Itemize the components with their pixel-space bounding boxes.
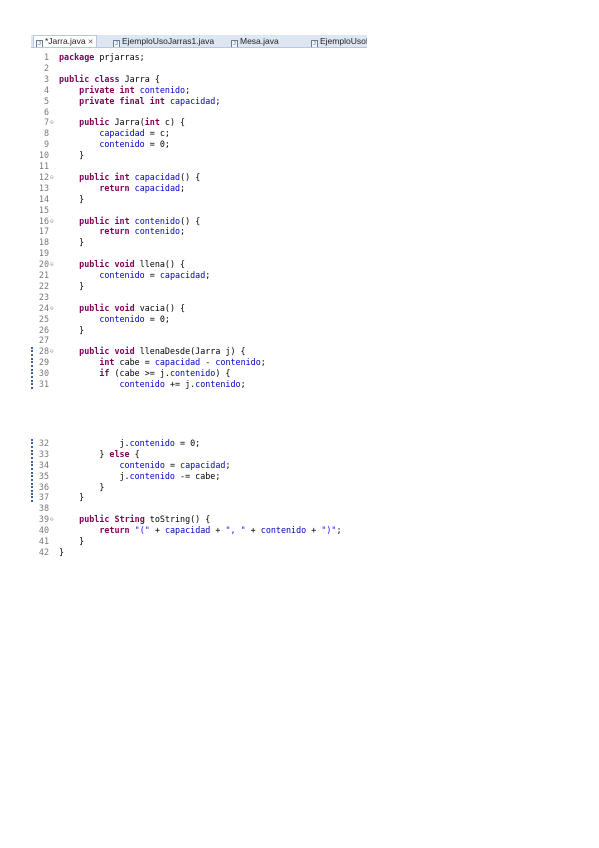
code-text: contenido += j.contenido;	[119, 379, 246, 389]
line-number: 24	[38, 302, 49, 313]
line-number: 1	[43, 52, 49, 62]
line-number: 17	[38, 226, 49, 237]
java-file-icon: J	[231, 40, 238, 47]
line-number: 31	[38, 379, 49, 389]
tab-jarra-java[interactable]: J *Jarra.java ✕	[33, 35, 97, 47]
line-number: 4	[43, 84, 49, 95]
code-text: capacidad = c;	[99, 128, 170, 139]
fold-toggle-icon[interactable]: ⊖	[50, 346, 54, 357]
code-text: }	[59, 150, 85, 161]
code-text: }	[59, 492, 85, 503]
line-number: 26	[38, 324, 49, 335]
code-text: public void llena() {	[79, 259, 186, 270]
code-text: public int capacidad() {	[79, 171, 201, 182]
tab-ejemplousojarras1-java[interactable]: J EjemploUsoJarras1.java	[113, 36, 214, 47]
line-number: 22	[38, 280, 49, 291]
code-text: }	[59, 193, 85, 204]
line-number: 41	[38, 536, 49, 546]
editor-tab-bar: J *Jarra.java ✕ J EjemploUsoJarras1.java JM…	[31, 35, 367, 48]
code-text: contenido = 0;	[99, 313, 170, 324]
line-number: 16	[38, 215, 49, 226]
code-text: contenido = capacidad;	[119, 459, 231, 470]
line-number: 28	[38, 346, 49, 357]
code-text: }	[59, 237, 85, 248]
line-number: 7	[43, 117, 49, 128]
line-number: 32	[38, 437, 49, 448]
code-text: }	[59, 481, 105, 492]
code-text: public void llenaDesde(Jarra j) {	[79, 346, 246, 357]
fold-toggle-icon[interactable]: ⊖	[50, 216, 54, 227]
code-text: public class Jarra {	[59, 73, 160, 84]
line-number: 33	[38, 448, 49, 459]
line-number: 12	[38, 171, 49, 182]
line-number: 34	[38, 459, 49, 470]
line-number: 11	[38, 161, 49, 171]
line-number: 15	[38, 204, 49, 215]
code-text: private final int capacidad;	[79, 95, 221, 106]
code-text: public int contenido() {	[79, 215, 201, 226]
code-text: package prjarras;	[59, 52, 145, 62]
close-tab-icon[interactable]: ✕	[88, 39, 94, 46]
line-number: 5	[43, 95, 49, 106]
fold-toggle-icon[interactable]: ⊖	[50, 303, 54, 314]
tab-mesa-java[interactable]: J Mesa.java	[231, 36, 279, 47]
line-number: 13	[38, 182, 49, 193]
code-text: } else {	[59, 448, 140, 459]
tab-ejemplousomesa1-java[interactable]: JEjemploUsoMesa1.java	[311, 36, 367, 47]
code-text: }	[59, 280, 85, 291]
code-text: public void vacia() {	[79, 302, 186, 313]
line-number: 3	[43, 73, 49, 84]
code-text: }	[59, 324, 85, 335]
line-number: 42	[38, 546, 49, 557]
line-number: 2	[43, 62, 49, 73]
code-text: int cabe = capacidad - contenido;	[99, 357, 266, 368]
line-number: 27	[38, 335, 49, 346]
line-number: 14	[38, 193, 49, 204]
java-file-icon: J	[36, 40, 43, 47]
line-number: 25	[38, 313, 49, 324]
code-text: j.contenido = 0;	[59, 437, 201, 448]
line-number: 38	[38, 503, 49, 514]
java-file-icon: J	[311, 40, 318, 47]
code-text: return capacidad;	[99, 182, 186, 193]
code-text: if (cabe >= j.contenido) {	[99, 368, 231, 379]
line-number: 10	[38, 150, 49, 161]
line-number: 37	[38, 492, 49, 503]
line-number: 40	[38, 525, 49, 536]
line-number: 36	[38, 481, 49, 492]
line-number: 9	[43, 139, 49, 150]
code-text: }	[59, 546, 65, 557]
code-text: private int contenido;	[79, 84, 191, 95]
line-number: 39	[38, 514, 49, 525]
code-text: j.contenido -= cabe;	[59, 470, 221, 481]
line-number: 18	[38, 237, 49, 248]
line-number: 19	[38, 248, 49, 259]
line-number: 35	[38, 470, 49, 481]
code-editor[interactable]: J *Jarra.java ✕ J EjemploUsoJarras1.java JM…	[31, 35, 367, 620]
line-number: 29	[38, 357, 49, 368]
code-text: }	[59, 536, 85, 546]
fold-toggle-icon[interactable]: ⊖	[50, 117, 54, 128]
line-number: 30	[38, 368, 49, 379]
code-text: contenido = capacidad;	[99, 270, 211, 280]
line-number: 6	[43, 106, 49, 117]
line-number: 20	[38, 259, 49, 270]
code-text: public Jarra(int c) {	[79, 117, 186, 128]
line-number: 23	[38, 291, 49, 302]
code-text: return "(" + capacidad + ", " + contenid…	[99, 525, 342, 536]
fold-toggle-icon[interactable]: ⊖	[50, 259, 54, 270]
code-text: contenido = 0;	[99, 139, 170, 150]
fold-toggle-icon[interactable]: ⊖	[50, 514, 54, 525]
fold-toggle-icon[interactable]: ⊖	[50, 172, 54, 183]
line-number: 21	[38, 270, 49, 280]
java-file-icon: J	[113, 40, 120, 47]
line-number: 8	[43, 128, 49, 139]
code-text: public String toString() {	[79, 514, 211, 525]
code-text: return contenido;	[99, 226, 186, 237]
